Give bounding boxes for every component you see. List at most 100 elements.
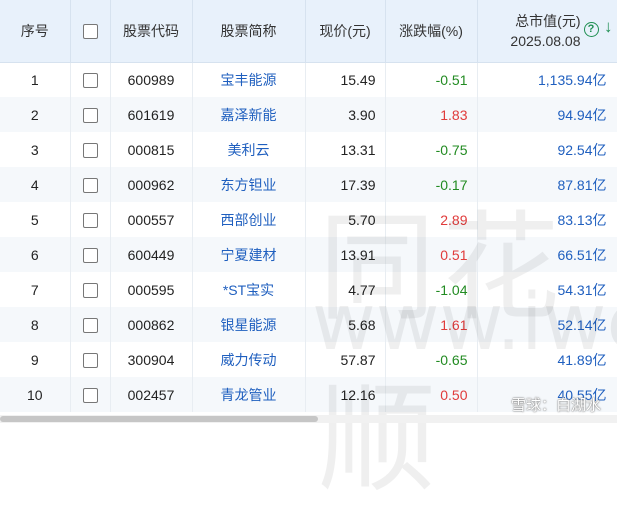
table-row[interactable]: 2 601619 嘉泽新能 3.90 1.83 94.94亿 [0, 97, 617, 132]
header-change[interactable]: 涨跌幅(%) [385, 0, 478, 63]
table-body: 1 600989 宝丰能源 15.49 -0.51 1,135.94亿 2 601619 嘉泽新… [0, 62, 617, 412]
header-index: 序号 [0, 0, 71, 63]
row-checkbox[interactable] [82, 212, 98, 228]
current-price: 4.77 [305, 272, 386, 307]
market-cap[interactable]: 66.51亿 [477, 237, 617, 272]
market-cap[interactable]: 94.94亿 [477, 97, 617, 132]
stock-name-link[interactable]: 银星能源 [192, 307, 306, 342]
current-price: 13.31 [305, 132, 386, 167]
current-price: 13.91 [305, 237, 386, 272]
stock-code: 000595 [110, 272, 193, 307]
change-percent: 1.61 [385, 307, 478, 342]
stock-code: 000557 [110, 202, 193, 237]
row-checkbox[interactable] [82, 73, 98, 89]
market-cap[interactable]: 83.13亿 [477, 202, 617, 237]
market-cap[interactable]: 87.81亿 [477, 167, 617, 202]
row-select[interactable] [70, 272, 111, 307]
stock-name-link[interactable]: 西部创业 [192, 202, 306, 237]
current-price: 5.68 [305, 307, 386, 342]
table-row[interactable]: 6 600449 宁夏建材 13.91 0.51 66.51亿 [0, 237, 617, 272]
row-index: 6 [0, 237, 71, 272]
change-percent: -0.51 [385, 62, 478, 97]
header-select-all[interactable] [70, 0, 111, 63]
row-index: 2 [0, 97, 71, 132]
current-price: 57.87 [305, 342, 386, 377]
stock-code: 600989 [110, 62, 193, 97]
table-row[interactable]: 7 000595 *ST宝实 4.77 -1.04 54.31亿 [0, 272, 617, 307]
header-name[interactable]: 股票简称 [192, 0, 306, 63]
select-all-checkbox[interactable] [82, 24, 98, 40]
stock-name-link[interactable]: *ST宝实 [192, 272, 306, 307]
table-row[interactable]: 8 000862 银星能源 5.68 1.61 52.14亿 [0, 307, 617, 342]
market-cap[interactable]: 1,135.94亿 [477, 62, 617, 97]
row-index: 8 [0, 307, 71, 342]
scrollbar-thumb[interactable] [0, 416, 318, 422]
change-percent: 0.51 [385, 237, 478, 272]
current-price: 17.39 [305, 167, 386, 202]
source-credit: 雪球：白湖水 [510, 397, 601, 414]
sort-desc-icon[interactable]: ↓ [604, 17, 613, 37]
row-checkbox[interactable] [82, 387, 98, 403]
market-cap[interactable]: 52.14亿 [477, 307, 617, 342]
horizontal-scrollbar[interactable] [0, 415, 617, 423]
row-select[interactable] [70, 132, 111, 167]
market-cap[interactable]: 54.31亿 [477, 272, 617, 307]
market-cap[interactable]: 92.54亿 [477, 132, 617, 167]
row-select[interactable] [70, 202, 111, 237]
current-price: 5.70 [305, 202, 386, 237]
row-index: 9 [0, 342, 71, 377]
table-header: 序号 股票代码 股票简称 现价(元) 涨跌幅(%) 总市值(元) 2025.08… [0, 0, 617, 63]
row-checkbox[interactable] [82, 352, 98, 368]
current-price: 12.16 [305, 377, 386, 412]
row-checkbox[interactable] [82, 317, 98, 333]
change-percent: 1.83 [385, 97, 478, 132]
stock-name-link[interactable]: 嘉泽新能 [192, 97, 306, 132]
help-icon[interactable]: ? [583, 22, 599, 37]
market-cap[interactable]: 41.89亿 [477, 342, 617, 377]
row-select[interactable] [70, 62, 111, 97]
row-checkbox[interactable] [82, 142, 98, 158]
stock-code: 000962 [110, 167, 193, 202]
table-row[interactable]: 5 000557 西部创业 5.70 2.89 83.13亿 [0, 202, 617, 237]
row-index: 3 [0, 132, 71, 167]
stock-name-link[interactable]: 宁夏建材 [192, 237, 306, 272]
row-select[interactable] [70, 342, 111, 377]
row-checkbox[interactable] [82, 177, 98, 193]
row-select[interactable] [70, 237, 111, 272]
table-row[interactable]: 9 300904 威力传动 57.87 -0.65 41.89亿 [0, 342, 617, 377]
row-checkbox[interactable] [82, 247, 98, 263]
stock-code: 600449 [110, 237, 193, 272]
change-percent: -0.65 [385, 342, 478, 377]
change-percent: 2.89 [385, 202, 478, 237]
row-select[interactable] [70, 97, 111, 132]
header-mcap-date: 2025.08.08 [510, 32, 581, 49]
header-mcap[interactable]: 总市值(元) 2025.08.08 ? ↓ [477, 0, 617, 63]
row-index: 1 [0, 62, 71, 97]
stock-code: 000862 [110, 307, 193, 342]
stock-code: 601619 [110, 97, 193, 132]
stock-code: 300904 [110, 342, 193, 377]
header-row: 序号 股票代码 股票简称 现价(元) 涨跌幅(%) 总市值(元) 2025.08… [0, 0, 617, 63]
table-row[interactable]: 3 000815 美利云 13.31 -0.75 92.54亿 [0, 132, 617, 167]
stock-name-link[interactable]: 东方钽业 [192, 167, 306, 202]
row-select[interactable] [70, 377, 111, 412]
change-percent: -0.17 [385, 167, 478, 202]
header-code[interactable]: 股票代码 [110, 0, 193, 63]
header-mcap-label: 总市值(元) [515, 12, 581, 29]
stock-name-link[interactable]: 青龙管业 [192, 377, 306, 412]
row-checkbox[interactable] [82, 107, 98, 123]
row-select[interactable] [70, 307, 111, 342]
row-checkbox[interactable] [82, 282, 98, 298]
stock-name-link[interactable]: 美利云 [192, 132, 306, 167]
current-price: 15.49 [305, 62, 386, 97]
row-index: 10 [0, 377, 71, 412]
stock-name-link[interactable]: 威力传动 [192, 342, 306, 377]
row-select[interactable] [70, 167, 111, 202]
table-row[interactable]: 4 000962 东方钽业 17.39 -0.17 87.81亿 [0, 167, 617, 202]
header-price[interactable]: 现价(元) [305, 0, 386, 63]
stock-table: 序号 股票代码 股票简称 现价(元) 涨跌幅(%) 总市值(元) 2025.08… [0, 0, 617, 412]
change-percent: 0.50 [385, 377, 478, 412]
row-index: 7 [0, 272, 71, 307]
stock-name-link[interactable]: 宝丰能源 [192, 62, 306, 97]
table-row[interactable]: 1 600989 宝丰能源 15.49 -0.51 1,135.94亿 [0, 62, 617, 97]
